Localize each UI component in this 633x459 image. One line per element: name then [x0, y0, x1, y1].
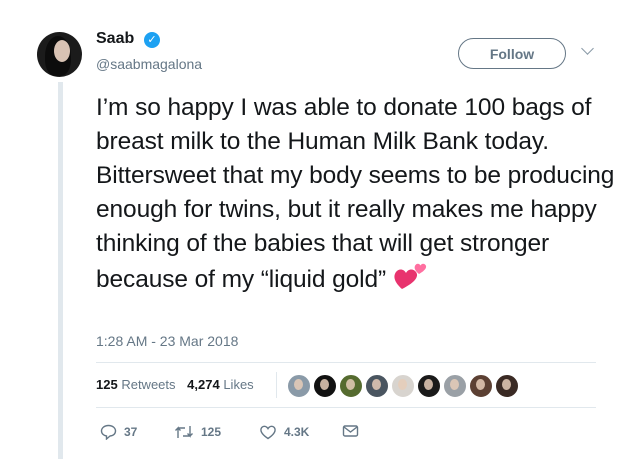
retweet-action[interactable]: 125: [174, 424, 221, 440]
avatar-face: [54, 40, 70, 62]
tweet-stats: 125 Retweets 4,274 Likes: [96, 377, 254, 392]
retweet-count: 125: [201, 425, 222, 439]
liker-avatar[interactable]: [365, 374, 389, 398]
likes-count[interactable]: 4,274: [187, 377, 220, 392]
chevron-down-icon[interactable]: [581, 42, 594, 55]
liker-avatar-face: [398, 379, 407, 390]
liker-avatar[interactable]: [443, 374, 467, 398]
liker-avatar[interactable]: [339, 374, 363, 398]
heart-icon[interactable]: [259, 424, 277, 440]
direct-message-action[interactable]: [342, 424, 359, 438]
divider: [96, 362, 596, 363]
author-avatar[interactable]: [37, 32, 82, 77]
likes-label[interactable]: Likes: [223, 377, 253, 392]
liker-avatar-face: [372, 379, 381, 390]
thread-line: [58, 82, 63, 459]
retweets-label[interactable]: Retweets: [121, 377, 175, 392]
author-name[interactable]: Saab: [96, 30, 134, 48]
liker-avatar-face: [476, 379, 485, 390]
reply-count: 37: [124, 425, 138, 439]
liker-avatar[interactable]: [417, 374, 441, 398]
divider: [96, 407, 596, 408]
retweet-icon[interactable]: [174, 424, 194, 440]
liker-avatar[interactable]: [495, 374, 519, 398]
tweet-timestamp[interactable]: 1:28 AM - 23 Mar 2018: [96, 333, 238, 349]
follow-button[interactable]: Follow: [458, 38, 566, 69]
reply-icon[interactable]: [100, 424, 117, 440]
like-action[interactable]: 4.3K: [259, 424, 309, 440]
retweets-count[interactable]: 125: [96, 377, 118, 392]
liker-avatar-face: [294, 379, 303, 390]
liker-avatar[interactable]: [391, 374, 415, 398]
liker-avatar-face: [502, 379, 511, 390]
liker-avatar[interactable]: [469, 374, 493, 398]
liker-avatar-face: [450, 379, 459, 390]
envelope-icon[interactable]: [342, 424, 359, 438]
liker-avatar-face: [346, 379, 355, 390]
tweet-text: I’m so happy I was able to donate 100 ba…: [96, 94, 615, 293]
two-hearts-icon: [392, 261, 428, 301]
liker-avatar[interactable]: [313, 374, 337, 398]
reply-action[interactable]: 37: [100, 424, 137, 440]
liker-avatar-face: [320, 379, 329, 390]
like-count: 4.3K: [284, 425, 310, 439]
liker-avatar[interactable]: [287, 374, 311, 398]
verified-check-icon: ✓: [144, 32, 160, 48]
liker-avatar-face: [424, 379, 433, 390]
tweet-body: I’m so happy I was able to donate 100 ba…: [96, 91, 616, 301]
stats-separator: [276, 372, 277, 398]
author-handle[interactable]: @saabmagalona: [96, 56, 202, 72]
